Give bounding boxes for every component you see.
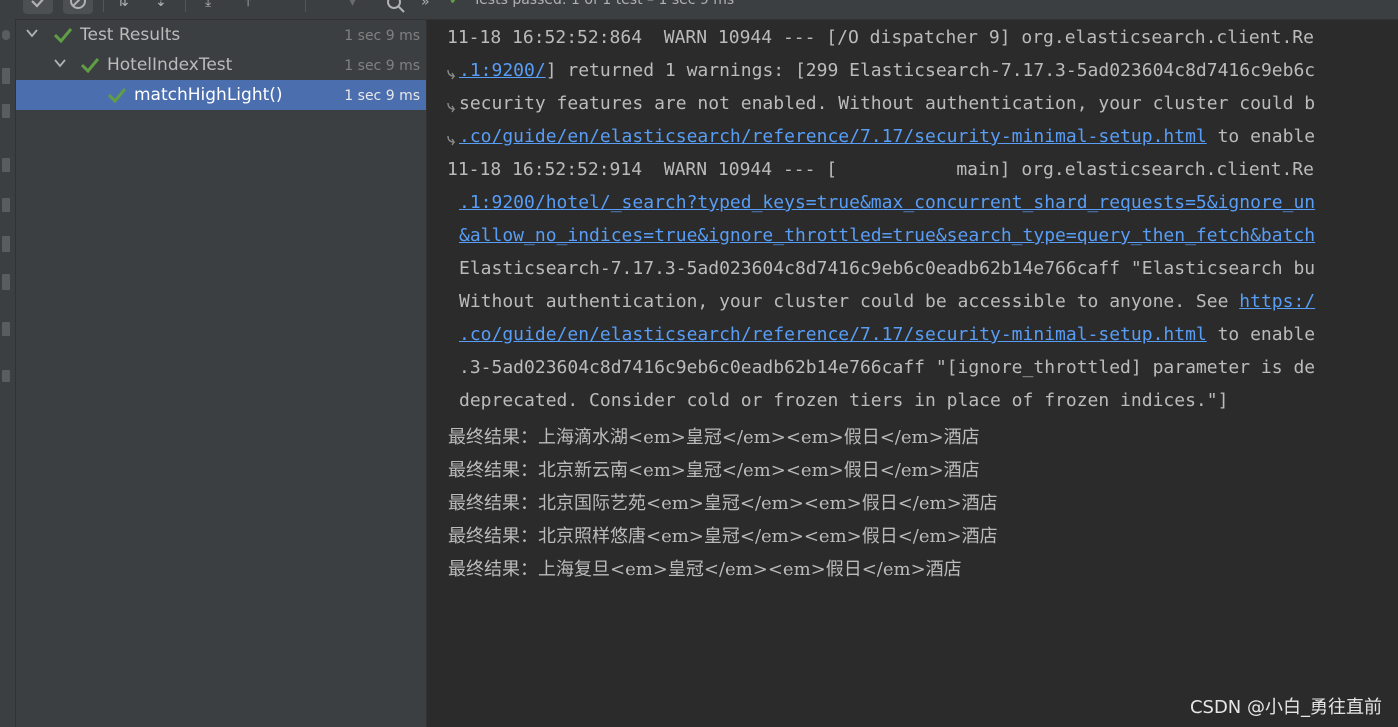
gutter-tool-icon[interactable] [2,322,10,336]
log-line: &allow_no_indices=true&ignore_throttled=… [459,225,1315,246]
test-runner-toolbar: ⇅ ⇣ ⤓ ⤒ ▾ » ✔ Tests passed: 1 of 1 test … [15,0,1398,20]
toolbar-separator [305,0,306,12]
check-icon [31,0,44,8]
log-link[interactable]: .1:9200/ [459,60,546,81]
log-link[interactable]: .co/guide/en/elasticsearch/reference/7.1… [459,324,1207,345]
gutter-tool-icon[interactable] [2,158,10,172]
result-line: 最终结果：北京照样悠唐<em>皇冠</em><em>假日</em>酒店 [448,526,998,547]
tree-row-duration: 1 sec 9 ms [344,58,420,74]
soft-wrap-icon [446,68,458,80]
log-line: .co/guide/en/elasticsearch/reference/7.1… [459,126,1315,147]
log-line: Without authentication, your cluster cou… [459,291,1315,312]
log-link[interactable]: &allow_no_indices=true&ignore_throttled=… [459,225,1315,246]
search-icon[interactable] [385,0,407,18]
log-line: security features are not enabled. Witho… [459,93,1316,114]
show-passed-button[interactable] [23,0,53,14]
tree-row-duration: 1 sec 9 ms [344,28,420,44]
tree-row-label: Test Results [80,25,181,45]
tree-row-test-results[interactable]: Test Results 1 sec 9 ms [16,20,426,50]
log-line: .1:9200/hotel/_search?typed_keys=true&ma… [459,192,1315,213]
sort-alphabetically-icon[interactable]: ⇅ [117,0,129,10]
soft-wrap-icon [446,101,458,113]
ignored-icon [70,0,86,9]
log-link[interactable]: .co/guide/en/elasticsearch/reference/7.1… [459,126,1207,147]
passed-check-icon [80,57,100,74]
log-text: Without authentication, your cluster cou… [459,291,1240,312]
log-text: ] returned 1 warnings: [299 Elasticsearc… [545,60,1316,81]
result-line: 最终结果：上海复旦<em>皇冠</em><em>假日</em>酒店 [448,559,962,580]
test-status-text: Tests passed: 1 of 1 test – 1 sec 9 ms [473,0,735,8]
result-line: 最终结果：上海滴水湖<em>皇冠</em><em>假日</em>酒店 [448,427,980,448]
log-text: to enable [1206,324,1316,345]
tree-row-label: matchHighLight() [134,85,283,105]
tree-row-duration: 1 sec 9 ms [344,88,420,104]
collapse-all-icon[interactable]: ⤒ [245,0,251,10]
result-line: 最终结果：北京国际艺苑<em>皇冠</em><em>假日</em>酒店 [448,493,998,514]
csdn-watermark: CSDN @小白_勇往直前 [1189,697,1382,718]
gutter-tool-icon[interactable] [2,104,10,118]
more-chevron-icon[interactable]: » [421,0,430,10]
sort-by-duration-icon[interactable]: ⇣ [155,0,167,10]
left-tool-gutter [0,0,16,727]
tree-row-hotel-index-test[interactable]: HotelIndexTest 1 sec 9 ms [16,50,426,80]
log-line: Elasticsearch-7.17.3-5ad023604c8d7416c9e… [459,258,1316,279]
show-ignored-button[interactable] [63,0,93,14]
test-results-tree: Test Results 1 sec 9 ms HotelIndexTest 1… [16,20,427,727]
log-link[interactable]: .1:9200/hotel/_search?typed_keys=true&ma… [459,192,1315,213]
gutter-tool-icon[interactable] [2,68,10,84]
gutter-tool-icon[interactable] [2,274,10,290]
tests-passed-check-icon: ✔ [449,0,461,8]
previous-failed-icon[interactable]: ▾ [349,0,356,10]
log-text: to enable [1206,126,1316,147]
console-output[interactable]: 11-18 16:52:52:864 WARN 10944 --- [/O di… [427,20,1398,727]
log-link[interactable]: https:/ [1239,291,1315,312]
toolbar-separator [103,0,104,12]
toolbar-separator [185,0,186,12]
soft-wrap-icon [446,134,458,146]
tree-row-label: HotelIndexTest [107,55,233,75]
result-line: 最终结果：北京新云南<em>皇冠</em><em>假日</em>酒店 [448,460,980,481]
chevron-down-icon[interactable] [54,57,66,69]
log-line: 11-18 16:52:52:864 WARN 10944 --- [/O di… [447,27,1314,48]
gutter-tool-icon[interactable] [2,370,10,382]
log-line: .1:9200/] returned 1 warnings: [299 Elas… [459,60,1315,81]
gutter-tool-icon[interactable] [2,236,10,252]
log-line: 11-18 16:52:52:914 WARN 10944 --- [ main… [447,159,1314,180]
gutter-tool-icon[interactable] [2,198,10,212]
log-line: .3-5ad023604c8d7416c9eb6c0eadb62b14e766c… [459,357,1316,378]
tree-row-match-highlight[interactable]: matchHighLight() 1 sec 9 ms [16,80,426,110]
log-line: .co/guide/en/elasticsearch/reference/7.1… [459,324,1315,345]
log-line: deprecated. Consider cold or frozen tier… [459,390,1229,411]
chevron-down-icon[interactable] [26,27,38,39]
passed-check-icon [107,87,127,104]
passed-check-icon [53,27,73,44]
expand-all-icon[interactable]: ⤓ [205,0,211,10]
gutter-dot-icon[interactable] [2,30,10,40]
